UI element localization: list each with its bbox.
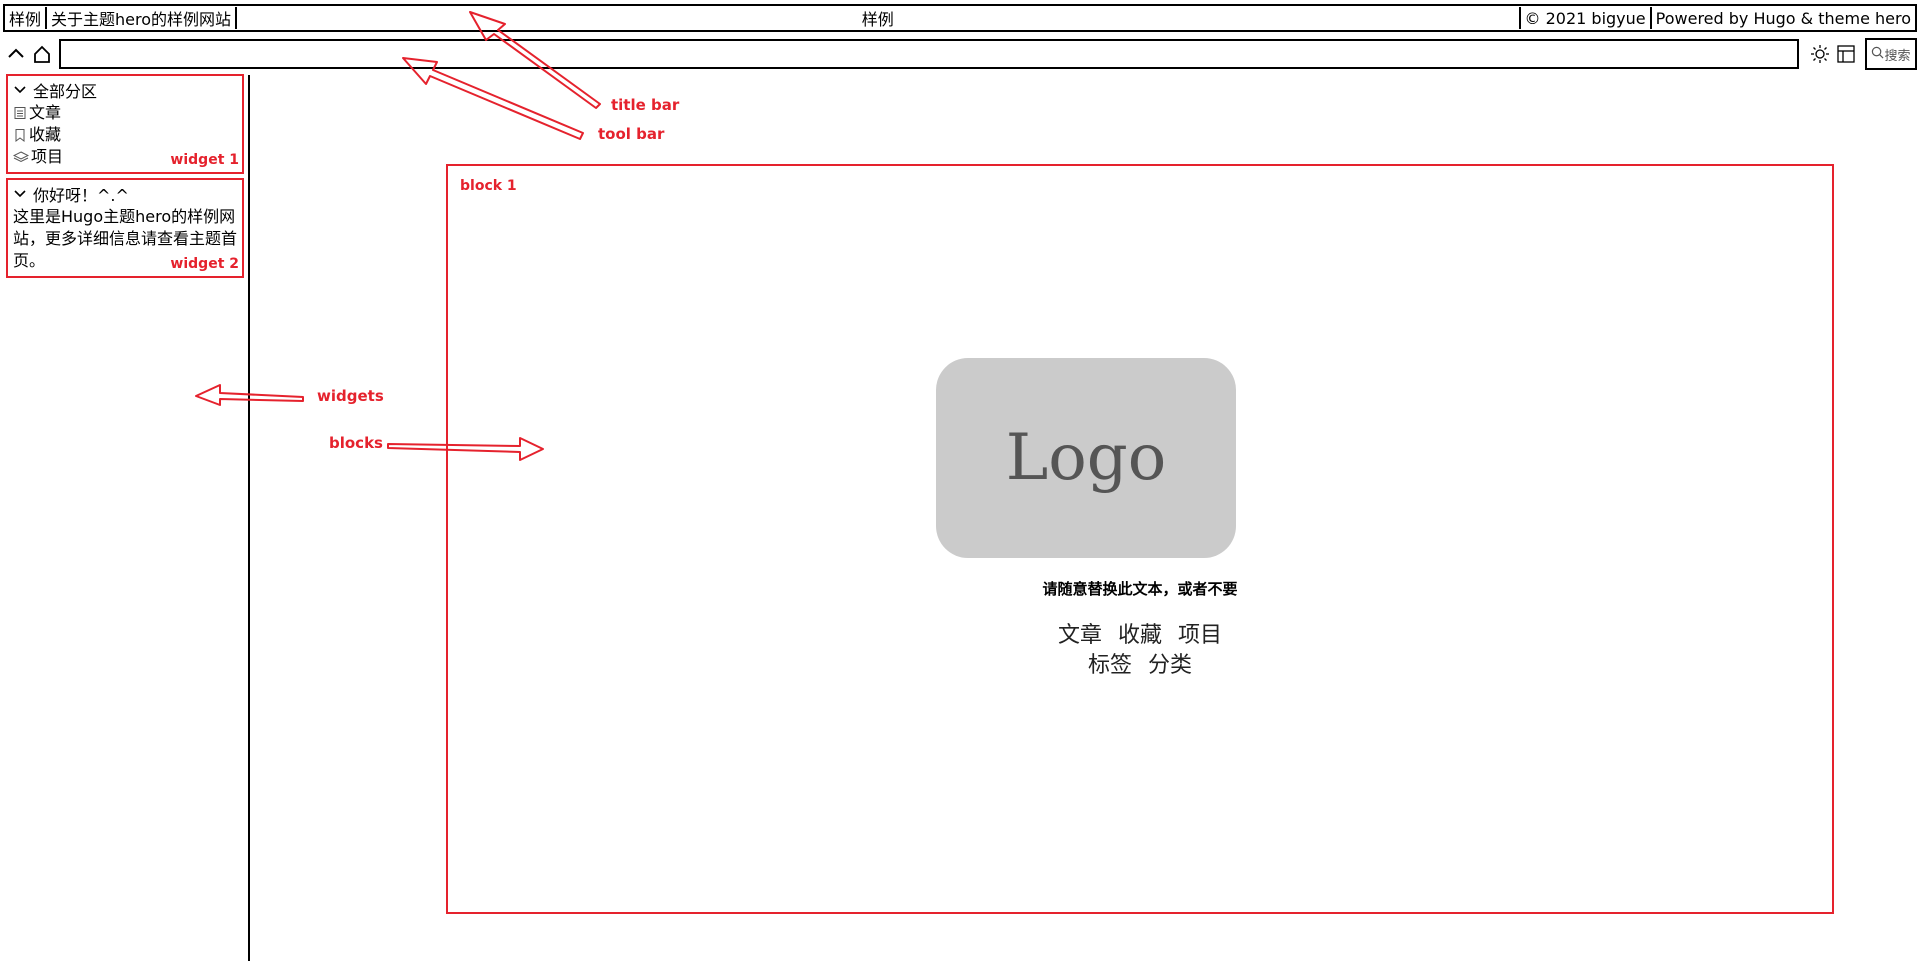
sun-icon[interactable] <box>1807 40 1833 68</box>
widget-2: 你好呀！^.^ 这里是Hugo主题hero的样例网站，更多详细信息请查看主题首页… <box>6 178 244 278</box>
block-nav-links: 文章 收藏 项目 标签 分类 <box>448 621 1832 681</box>
sidebar-item-label: 项目 <box>31 147 64 166</box>
chevron-down-icon <box>14 190 26 198</box>
widget-tag: widget 1 <box>170 152 239 168</box>
page-title: 样例 <box>861 10 894 29</box>
widget-tag: widget 2 <box>170 256 239 272</box>
copyright-text: © 2021 bigyue <box>1524 8 1646 28</box>
block-1: block 1 Logo 请随意替换此文本，或者不要 文章 收藏 项目 标签 分… <box>446 164 1834 914</box>
site-title-link[interactable]: 样例 <box>5 6 45 30</box>
sidebar-item-favorites[interactable]: 收藏 <box>13 124 237 146</box>
chevron-up-icon[interactable] <box>3 40 29 68</box>
logo: Logo <box>936 358 1236 558</box>
link-projects[interactable]: 项目 <box>1178 621 1222 651</box>
document-icon <box>14 107 26 119</box>
widget-title: 你好呀！^.^ <box>33 186 129 205</box>
search-button[interactable]: 搜索 <box>1864 38 1917 70</box>
link-articles[interactable]: 文章 <box>1058 621 1102 651</box>
annotation-title-bar: title bar <box>611 96 680 114</box>
powered-by-link[interactable]: Powered by Hugo & theme hero <box>1652 6 1915 30</box>
site-description: 关于主题hero的样例网站 <box>51 10 232 29</box>
layout-icon[interactable] <box>1833 40 1859 68</box>
tagline: 请随意替换此文本，或者不要 <box>1042 580 1238 598</box>
link-tags[interactable]: 标签 <box>1088 651 1132 681</box>
home-icon[interactable] <box>29 40 55 68</box>
chevron-down-icon <box>14 86 26 94</box>
title-bar: 样例 关于主题hero的样例网站 样例 © 2021 bigyue Powere… <box>3 4 1917 32</box>
annotation-tool-bar: tool bar <box>598 125 665 143</box>
block-tag: block 1 <box>460 178 517 194</box>
sidebar-item-label: 收藏 <box>29 125 62 144</box>
annotation-blocks: blocks <box>329 434 383 452</box>
search-label: 搜索 <box>1884 48 1911 64</box>
layers-icon <box>13 151 29 163</box>
widget-1: 全部分区 文章 收藏 项目 widget 1 <box>6 74 244 174</box>
address-input[interactable] <box>58 39 1799 69</box>
bookmark-icon <box>15 129 25 142</box>
annotation-widgets: widgets <box>317 387 384 405</box>
widget-header[interactable]: 全部分区 <box>13 78 237 102</box>
sidebar-item-articles[interactable]: 文章 <box>13 102 237 124</box>
widget-title: 全部分区 <box>33 82 98 101</box>
sidebar-item-label: 文章 <box>29 103 62 122</box>
tool-bar: 搜索 <box>3 37 1917 71</box>
link-favorites[interactable]: 收藏 <box>1118 621 1162 651</box>
link-categories[interactable]: 分类 <box>1148 651 1192 681</box>
widget-header[interactable]: 你好呀！^.^ <box>13 182 237 206</box>
search-icon <box>1871 46 1884 63</box>
